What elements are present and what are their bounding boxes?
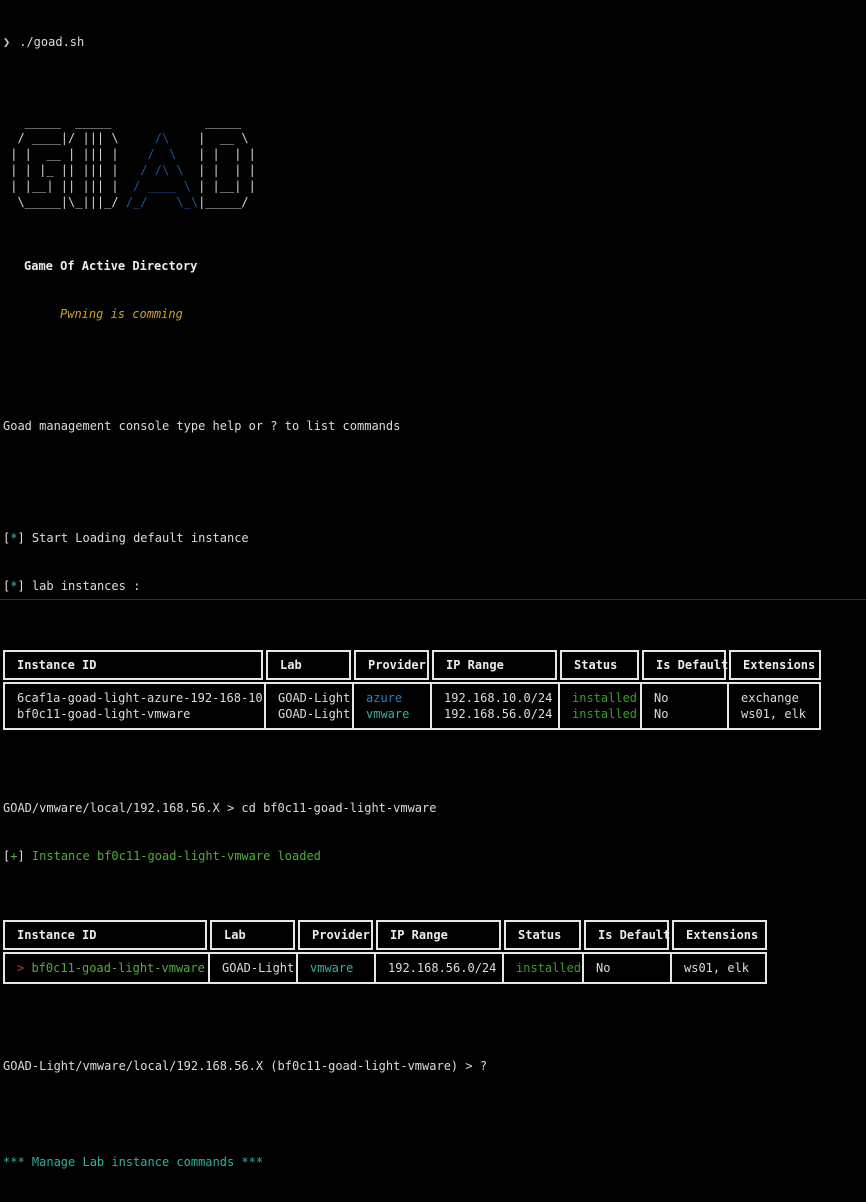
current-instance-table: Instance IDLabProviderIP RangeStatusIs D… [3, 920, 866, 984]
table-cell: installed [516, 960, 578, 976]
table-column: GOAD-Light [210, 954, 298, 982]
table-column: installed [504, 954, 584, 982]
column-header-ip-range: IP Range [432, 650, 557, 680]
text-segment: | | | | [198, 163, 256, 177]
table-column: 6caf1a-goad-light-azure-192-168-10bf0c11… [5, 684, 266, 728]
text-segment: ] [17, 531, 31, 545]
shell-command: ./goad.sh [19, 35, 84, 49]
shell-prompt-line: ❯ ./goad.sh [3, 34, 866, 50]
text-segment: /_/ \_\ [126, 195, 198, 209]
text-segment: Instance bf0c11-goad-light-vmware loaded [32, 849, 321, 863]
text-segment: / \ [126, 147, 198, 161]
terminal-window[interactable]: ❯ ./goad.sh _____ _____ _____ / ____|/ ||… [0, 0, 866, 600]
text-segment: _____ [198, 115, 256, 129]
table-cell: 192.168.56.0/24 [388, 960, 498, 976]
text-segment: > [17, 961, 31, 975]
text-segment: Start Loading default instance [32, 531, 249, 545]
column-header-instance-id: Instance ID [3, 650, 263, 680]
text-segment: | | __ | ||| | [3, 147, 126, 161]
table-cell: ws01, elk [741, 706, 815, 722]
table-body: 6caf1a-goad-light-azure-192-168-10bf0c11… [3, 682, 821, 730]
table-column: ws01, elk [672, 954, 765, 982]
text-segment: / /\ \ [126, 163, 198, 177]
table-cell: No [654, 706, 723, 722]
column-header-extensions: Extensions [672, 920, 767, 950]
table-cell: installed [572, 706, 636, 722]
text-segment: | |__| || ||| | [3, 179, 126, 193]
text-segment: | __ \ [198, 131, 256, 145]
text-segment: |_____/ [198, 195, 256, 209]
table-column: No [584, 954, 672, 982]
column-header-provider: Provider [354, 650, 429, 680]
table-column: azurevmware [354, 684, 432, 728]
column-header-provider: Provider [298, 920, 373, 950]
table-cell: 192.168.10.0/24 [444, 690, 554, 706]
text-segment: | | | | [198, 147, 256, 161]
table-column: 192.168.56.0/24 [376, 954, 504, 982]
table-column: vmware [298, 954, 376, 982]
table-cell: > bf0c11-goad-light-vmware [17, 960, 204, 976]
table-column: > bf0c11-goad-light-vmware [5, 954, 210, 982]
column-header-is-default: Is Default [584, 920, 669, 950]
column-header-extensions: Extensions [729, 650, 821, 680]
column-header-status: Status [560, 650, 639, 680]
text-segment: + [10, 849, 17, 863]
banner-title: Game Of Active Directory [24, 258, 866, 274]
text-segment: \_____|\_|||_/ [3, 195, 126, 209]
text-segment: [ [3, 849, 10, 863]
prompt-chevron-icon: ❯ [3, 35, 10, 49]
table-column: NoNo [642, 684, 729, 728]
table-cell: vmware [310, 960, 370, 976]
table-cell: vmware [366, 706, 426, 722]
text-segment [126, 115, 198, 129]
help-section-header: *** Manage Lab instance commands *** [3, 1154, 866, 1170]
prompt-cd-line: GOAD/vmware/local/192.168.56.X > cd bf0c… [3, 800, 866, 816]
table-cell: exchange [741, 690, 815, 706]
banner-subtitle: Pwning is comming [60, 306, 866, 322]
table-cell: No [596, 960, 666, 976]
table-cell: 192.168.56.0/24 [444, 706, 554, 722]
text-segment: lab instances : [32, 579, 140, 593]
table-body: > bf0c11-goad-light-vmware GOAD-Light vmwa… [3, 952, 767, 984]
table-cell: installed [572, 690, 636, 706]
table-cell: 6caf1a-goad-light-azure-192-168-10 [17, 690, 260, 706]
table-cell: bf0c11-goad-light-vmware [17, 706, 260, 722]
text-segment: ] [17, 579, 31, 593]
table-cell: azure [366, 690, 426, 706]
table-cell: GOAD-Light [278, 690, 348, 706]
table-cell: No [654, 690, 723, 706]
text-segment: | | |_ || ||| | [3, 163, 126, 177]
log-start-loading: [*] Start Loading default instance [3, 530, 866, 546]
prompt-help-line[interactable]: GOAD-Light/vmware/local/192.168.56.X (bf… [3, 1058, 866, 1074]
column-header-status: Status [504, 920, 581, 950]
table-column: GOAD-LightGOAD-Light [266, 684, 354, 728]
table-cell: GOAD-Light [278, 706, 348, 722]
text-segment: ] [17, 849, 31, 863]
goad-ascii-logo: _____ _____ _____ / ____|/ ||| \ /\ | __… [3, 114, 866, 210]
text-segment: / ____ \ [126, 179, 198, 193]
table-column: exchangews01, elk [729, 684, 819, 728]
text-segment: | |__| | [198, 179, 256, 193]
instances-table: Instance IDLabProviderIP RangeStatusIs D… [3, 650, 866, 730]
table-column: installedinstalled [560, 684, 642, 728]
log-lab-instances: [*] lab instances : [3, 578, 866, 594]
table-cell: GOAD-Light [222, 960, 292, 976]
table-header-row: Instance IDLabProviderIP RangeStatusIs D… [3, 920, 866, 950]
table-cell: ws01, elk [684, 960, 761, 976]
column-header-instance-id: Instance ID [3, 920, 207, 950]
table-column: 192.168.10.0/24192.168.56.0/24 [432, 684, 560, 728]
column-header-ip-range: IP Range [376, 920, 501, 950]
column-header-lab: Lab [266, 650, 351, 680]
text-segment: bf0c11-goad-light-vmware [31, 961, 204, 975]
column-header-is-default: Is Default [642, 650, 726, 680]
log-instance-loaded: [+] Instance bf0c11-goad-light-vmware lo… [3, 848, 866, 864]
text-segment: / ____|/ ||| \ [3, 131, 126, 145]
table-header-row: Instance IDLabProviderIP RangeStatusIs D… [3, 650, 866, 680]
text-segment: /\ [126, 131, 198, 145]
column-header-lab: Lab [210, 920, 295, 950]
console-intro: Goad management console type help or ? t… [3, 418, 866, 434]
text-segment: _____ _____ [3, 115, 126, 129]
